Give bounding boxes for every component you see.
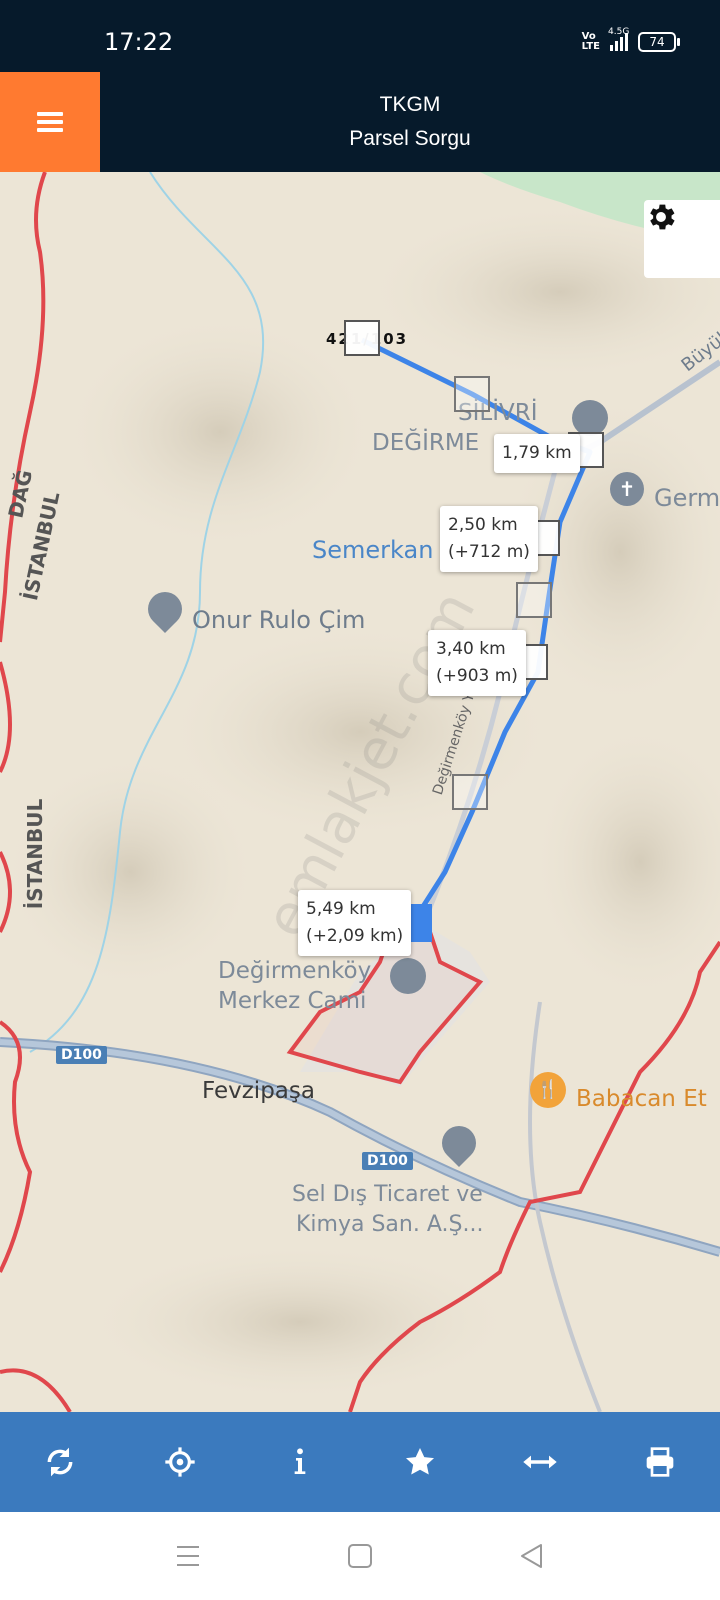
measure-distance: 3,40 km bbox=[436, 639, 506, 659]
mosque-pin-icon bbox=[390, 958, 426, 994]
label-sel-1: Sel Dış Ticaret ve bbox=[292, 1182, 483, 1207]
print-icon bbox=[646, 1447, 674, 1477]
favorite-button[interactable] bbox=[360, 1412, 480, 1512]
road-shield-d100-a: D100 bbox=[56, 1046, 107, 1064]
route-midpoint[interactable] bbox=[454, 376, 490, 412]
map-view[interactable]: SİLİVRİ DEĞİRME Semerkan Onur Rulo Çim G… bbox=[0, 172, 720, 1412]
measure-distance: 1,79 km bbox=[502, 443, 572, 463]
refresh-button[interactable] bbox=[0, 1412, 120, 1512]
gear-icon bbox=[650, 204, 675, 230]
label-cami-1: Değirmenköy bbox=[218, 958, 372, 984]
status-time: 17:22 bbox=[104, 28, 174, 56]
menu-button[interactable] bbox=[0, 72, 100, 172]
status-bar: 17:22 Vo LTE 4.5G 74 bbox=[0, 0, 720, 72]
measure-button[interactable] bbox=[480, 1412, 600, 1512]
route-midpoint[interactable] bbox=[516, 582, 552, 618]
settings-button[interactable] bbox=[644, 200, 720, 278]
label-fevzipasa: Fevzipaşa bbox=[202, 1078, 315, 1104]
restaurant-pin-icon: 🍴 bbox=[530, 1072, 566, 1108]
battery-icon: 74 bbox=[638, 32, 680, 52]
refresh-icon bbox=[47, 1447, 73, 1477]
status-icons: Vo LTE 4.5G 74 bbox=[581, 27, 680, 52]
label-istanbul-2: İSTANBUL bbox=[23, 798, 48, 910]
label-degirme: DEĞİRME bbox=[372, 430, 480, 456]
measure-distance: 5,49 km bbox=[306, 899, 376, 919]
measure-tooltip-4: 5,49 km (+2,09 km) bbox=[298, 890, 412, 956]
measure-tooltip-2: 2,50 km (+712 m) bbox=[440, 506, 538, 572]
menu-lines-icon bbox=[177, 1546, 199, 1566]
print-button[interactable] bbox=[600, 1412, 720, 1512]
signal-icon: 4.5G bbox=[608, 27, 629, 51]
label-onur: Onur Rulo Çim bbox=[192, 606, 366, 634]
back-button[interactable] bbox=[514, 1538, 550, 1574]
measure-icon bbox=[523, 1455, 557, 1469]
info-button[interactable] bbox=[240, 1412, 360, 1512]
label-babacan: Babacan Et bbox=[576, 1086, 707, 1112]
label-sel-2: Kimya San. A.Ş... bbox=[296, 1212, 484, 1237]
measure-tooltip-3: 3,40 km (+903 m) bbox=[428, 630, 526, 696]
map-toolbar bbox=[0, 1412, 720, 1512]
title-line-1: TKGM bbox=[379, 93, 441, 116]
road-shield-d100-b: D100 bbox=[362, 1152, 413, 1170]
page-title: TKGM Parsel Sorgu bbox=[100, 72, 720, 172]
measure-increment: (+903 m) bbox=[436, 666, 518, 686]
measure-distance: 2,50 km bbox=[448, 515, 518, 535]
measure-tooltip-1: 1,79 km bbox=[494, 434, 580, 473]
title-line-2: Parsel Sorgu bbox=[349, 127, 471, 150]
info-icon bbox=[294, 1448, 306, 1474]
locate-button[interactable] bbox=[120, 1412, 240, 1512]
place-pin-silivri bbox=[572, 400, 608, 436]
star-icon bbox=[406, 1448, 434, 1475]
measure-increment: (+2,09 km) bbox=[306, 926, 404, 946]
square-icon bbox=[348, 1544, 372, 1568]
label-germ: Germ bbox=[654, 484, 720, 512]
back-triangle-icon bbox=[521, 1544, 542, 1568]
volte-icon: Vo LTE bbox=[581, 31, 600, 52]
network-type: 4.5G bbox=[608, 27, 630, 37]
hamburger-icon bbox=[37, 108, 63, 136]
church-pin-icon: ✝ bbox=[610, 472, 644, 506]
label-cami-2: Merkez Cami bbox=[218, 988, 367, 1014]
route-midpoint[interactable] bbox=[452, 774, 488, 810]
locate-icon bbox=[165, 1447, 195, 1477]
route-vertex-start[interactable] bbox=[344, 320, 380, 356]
label-semerkan: Semerkan bbox=[312, 536, 434, 564]
home-button[interactable] bbox=[342, 1538, 378, 1574]
measure-increment: (+712 m) bbox=[448, 542, 530, 562]
system-nav-bar bbox=[0, 1512, 720, 1600]
recent-apps-button[interactable] bbox=[170, 1538, 206, 1574]
app-header: TKGM Parsel Sorgu bbox=[0, 72, 720, 172]
